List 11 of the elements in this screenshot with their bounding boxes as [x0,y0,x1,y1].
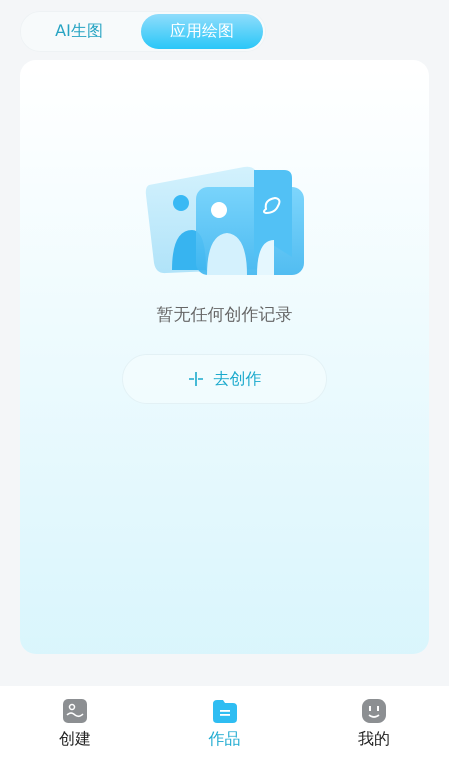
nav-item[interactable]: 作品 [150,686,300,759]
tab[interactable]: AI生图 [23,14,135,49]
create-button[interactable]: 去创作 [122,354,327,404]
plus-icon [188,371,204,387]
empty-message: 暂无任何创作记录 [156,304,292,326]
picture-icon [62,699,87,723]
nav-item[interactable]: 我的 [299,686,449,759]
tab[interactable]: 应用绘图 [141,14,263,49]
smiley-icon [362,699,386,723]
nav-item[interactable]: 创建 [0,686,150,759]
folder-icon [212,699,236,723]
